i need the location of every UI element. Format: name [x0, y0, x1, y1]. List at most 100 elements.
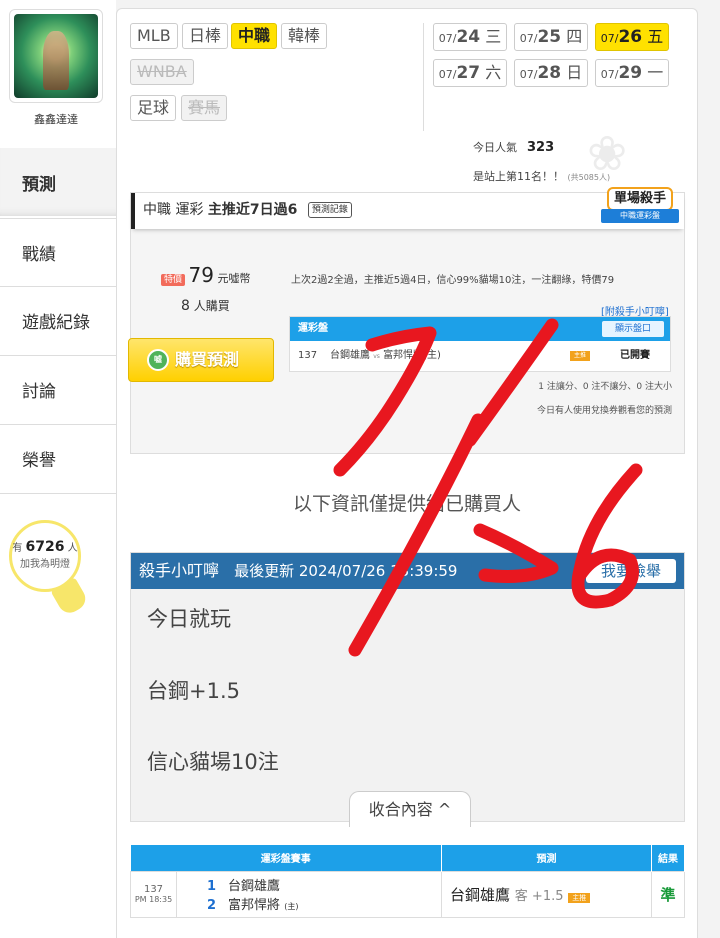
sidebar-item-honor[interactable]: 榮譽: [0, 424, 116, 492]
date-day: 24: [456, 27, 481, 47]
prediction-card: 中職 運彩 主推近7日過6 預測記錄 單場殺手 中職運彩盤 特價 79 元噓幣 …: [128, 187, 685, 454]
game-time: PM 18:35: [134, 895, 173, 904]
sidebar-item-predict[interactable]: 預測: [0, 148, 116, 216]
bet-stat: 1 注讓分、0 注不讓分、0 注大小: [538, 382, 672, 392]
prediction-summary: 上次2過2全過，主推近5過4日，信心99%貓場10注，一注翻綠，特價79: [291, 275, 615, 286]
table-row: 137 台鋼雄鷹 vs 富邦悍將(主) 主推 已開賽: [290, 341, 670, 371]
home-tag: (主): [284, 902, 299, 911]
home-team: 富邦悍將(主): [383, 350, 441, 361]
username[interactable]: 鑫鑫達達: [0, 111, 112, 127]
sidebar-item-record[interactable]: 戰績: [0, 218, 116, 286]
date-tab-0725[interactable]: 07/25 四: [514, 23, 588, 51]
pick-side: 客 +1.5: [514, 888, 564, 904]
league-tab-soccer[interactable]: 足球: [130, 95, 177, 121]
sidebar-item-game-log[interactable]: 遊戲紀錄: [0, 286, 116, 354]
date-weekday: 一: [647, 63, 664, 82]
date-weekday: 四: [566, 27, 583, 46]
date-month: 07/: [519, 32, 538, 45]
game-status: 已開賽: [620, 350, 650, 361]
popularity-line: 今日人氣 323: [473, 139, 554, 155]
notes-updated: 最後更新 2024/07/26 13:39:59: [234, 562, 458, 580]
game-number: 137: [298, 350, 318, 361]
table-row: 137 PM 18:35 1 台鋼雄鷹 2 富邦悍將 (主) 台鋼雄鷹 客 +1.5…: [130, 870, 685, 918]
divider: [423, 23, 424, 131]
badge-subtitle: 中職運彩盤: [601, 209, 679, 223]
date-day: 28: [537, 63, 562, 83]
popularity-label: 今日人氣: [473, 141, 517, 154]
date-day: 29: [618, 63, 643, 83]
coupon-notice: 今日有人使用兌換券觀看您的預測: [536, 406, 672, 416]
sidebar-item-label: 預測: [22, 174, 56, 195]
show-odds-button[interactable]: 顯示盤口: [602, 321, 664, 337]
fan-lightbulb-button[interactable]: 有 6726 人 加我為明燈: [9, 520, 81, 592]
date-weekday: 五: [647, 27, 664, 46]
single-game-killer-badge: 單場殺手 中職運彩盤: [601, 187, 679, 231]
note-line: 台鋼+1.5: [147, 679, 240, 703]
buyers-count: 8: [181, 298, 190, 314]
odds-table: 運彩盤 顯示盤口 137 台鋼雄鷹 vs 富邦悍將(主) 主推 已開賽: [289, 316, 671, 372]
date-day: 26: [618, 27, 643, 47]
col-header-result: 結果: [651, 845, 685, 871]
game-cell: 137 PM 18:35: [130, 870, 177, 918]
team-number: 1: [207, 879, 217, 894]
report-button[interactable]: 我要檢舉: [586, 559, 676, 583]
sidebar: 鑫鑫達達 預測 戰績 遊戲紀錄 討論 榮譽 有 6726 人 加我為明燈: [0, 0, 116, 938]
teams-cell: 1 台鋼雄鷹 2 富邦悍將 (主): [176, 870, 442, 918]
league-tab-npb[interactable]: 日棒: [182, 23, 229, 49]
date-tab-0728[interactable]: 07/28 日: [514, 59, 588, 87]
results-header: 運彩盤賽事 預測 結果: [130, 845, 685, 871]
prediction-record-button[interactable]: 預測記錄: [307, 202, 352, 218]
avatar[interactable]: [14, 14, 98, 98]
date-tab-0729[interactable]: 07/29 一: [595, 59, 669, 87]
date-tab-0727[interactable]: 07/27 六: [433, 59, 507, 87]
fan-count: 6726: [25, 539, 65, 555]
league-tab-horse[interactable]: 賽馬: [181, 95, 228, 121]
prediction-title: 主推近7日過6: [207, 202, 298, 218]
sidebar-divider: [0, 493, 116, 494]
vs-label: vs: [373, 353, 380, 360]
fan-caption: 加我為明燈: [20, 559, 70, 570]
odds-table-header: 運彩盤 顯示盤口: [290, 317, 670, 341]
avatar-frame[interactable]: [9, 9, 103, 103]
away-team: 台鋼雄鷹: [330, 350, 370, 361]
team-name: 富邦悍將: [228, 898, 281, 913]
sidebar-item-label: 遊戲紀錄: [22, 313, 90, 333]
game-number: 137: [143, 884, 164, 895]
note-line: 信心貓場10注: [147, 750, 279, 774]
sidebar-item-label: 討論: [22, 382, 56, 402]
price-unit: 元噓幣: [217, 272, 251, 285]
coin-icon: 噓: [147, 349, 169, 371]
killer-notes-panel: 殺手小叮嚀 最後更新 2024/07/26 13:39:59 我要檢舉 今日就玩…: [130, 552, 685, 827]
sidebar-item-label: 榮譽: [22, 451, 56, 471]
results-table: 運彩盤賽事 預測 結果 137 PM 18:35 1 台鋼雄鷹 2 富邦悍將 (主)…: [130, 845, 685, 918]
league-tab-mlb[interactable]: MLB: [130, 23, 178, 49]
fan-count-line: 有 6726 人: [12, 539, 78, 555]
odds-table-title: 運彩盤: [298, 323, 328, 334]
result-cell: 準: [651, 870, 685, 918]
col-header-pick: 預測: [441, 845, 652, 871]
popularity-value: 323: [527, 140, 555, 155]
main-panel: MLB 日棒 中職 韓棒 WNBA 足球 賽馬 07/24 三 07/25 四 …: [116, 8, 698, 938]
team-number: 2: [207, 898, 217, 913]
league-tab-cpbl[interactable]: 中職: [231, 23, 278, 49]
game-matchup: 台鋼雄鷹 vs 富邦悍將(主): [330, 341, 441, 372]
main-pick-tag: 主推: [570, 351, 590, 361]
main-pick-tag: 主推: [568, 892, 591, 903]
buyers-line: 8 人購買: [181, 297, 230, 314]
sidebar-item-discuss[interactable]: 討論: [0, 355, 116, 423]
date-weekday: 日: [566, 63, 583, 82]
league-tab-kbo[interactable]: 韓棒: [281, 23, 328, 49]
league-tab-wnba[interactable]: WNBA: [130, 59, 194, 85]
date-tab-0724[interactable]: 07/24 三: [433, 23, 507, 51]
price-value: 79: [188, 263, 214, 287]
sidebar-item-label: 戰績: [22, 245, 56, 265]
buy-prediction-button[interactable]: 噓 購買預測: [128, 338, 274, 382]
team-name: 台鋼雄鷹: [228, 879, 281, 894]
date-tab-0726[interactable]: 07/26 五: [595, 23, 669, 51]
buyers-only-notice: 以下資訊僅提供給已購買人: [292, 493, 521, 515]
collapse-content-button[interactable]: 收合內容 ^: [349, 791, 471, 827]
special-price-tag: 特價: [161, 274, 186, 286]
rank-line: 是站上第11名！！ (共5085人): [473, 168, 610, 184]
col-header-game: 運彩盤賽事: [130, 845, 442, 871]
date-day: 25: [537, 27, 562, 47]
